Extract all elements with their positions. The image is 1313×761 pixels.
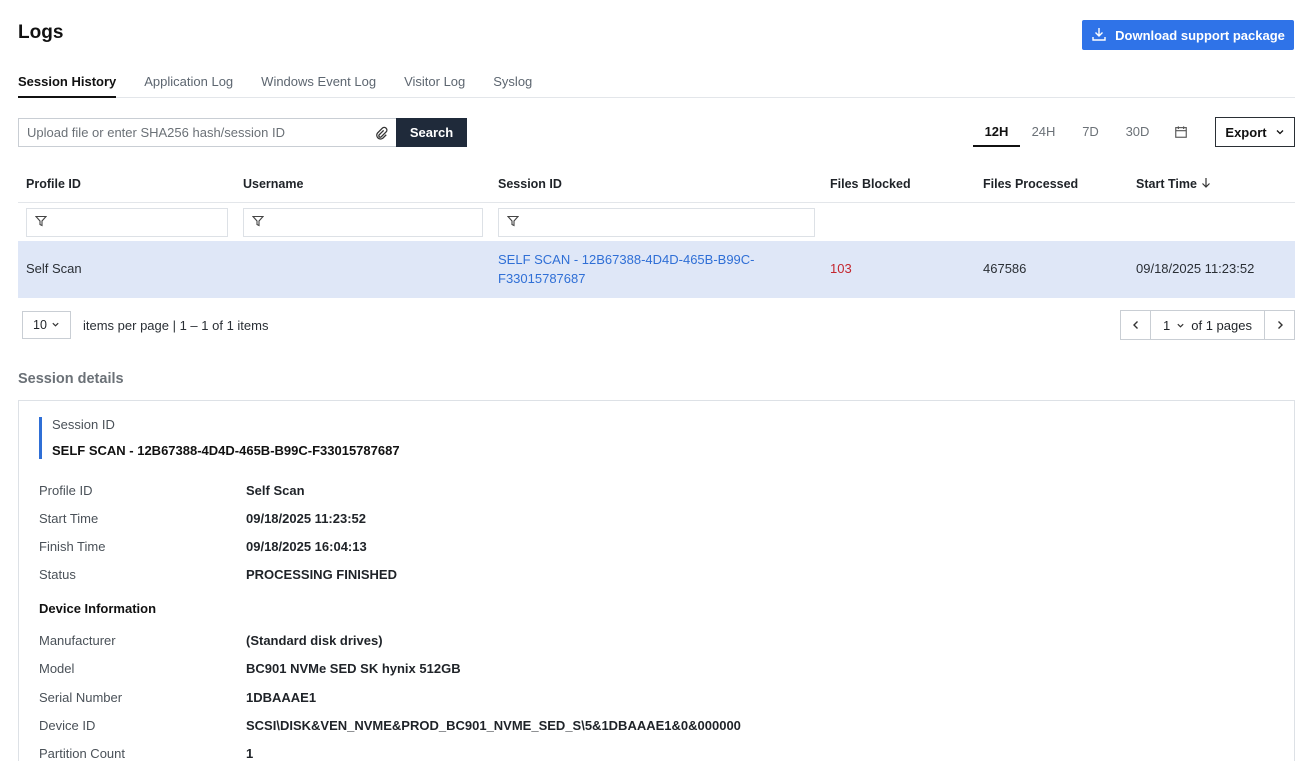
table-row[interactable]: Self Scan SELF SCAN - 12B67388-4D4D-465B… [18, 241, 1295, 298]
device-key: Partition Count [39, 746, 125, 761]
column-username[interactable]: Username [243, 177, 303, 191]
tab-session-history[interactable]: Session History [18, 68, 117, 98]
device-value: (Standard disk drives) [246, 633, 383, 648]
tab-syslog[interactable]: Syslog [493, 68, 532, 98]
search-button[interactable]: Search [396, 118, 467, 147]
sort-descending-icon [1201, 177, 1211, 191]
pages-text: of 1 pages [1191, 317, 1252, 333]
cell-start-time: 09/18/2025 11:23:52 [1136, 261, 1255, 276]
log-tabs: Session History Application Log Windows … [18, 68, 1295, 98]
filter-profile-id[interactable] [26, 208, 228, 237]
tab-application-log[interactable]: Application Log [144, 68, 233, 98]
session-details-panel: Session ID SELF SCAN - 12B67388-4D4D-465… [18, 400, 1295, 761]
detail-value: 09/18/2025 11:23:52 [246, 511, 366, 526]
cell-profile-id: Self Scan [26, 261, 82, 276]
page-size-value: 10 [33, 318, 47, 332]
session-table: Profile ID Username Session ID Files Blo… [18, 166, 1295, 298]
tab-windows-event-log[interactable]: Windows Event Log [261, 68, 376, 98]
pager-right: 1 of 1 pages [1120, 310, 1295, 340]
calendar-icon[interactable] [1161, 117, 1201, 147]
export-button[interactable]: Export [1215, 117, 1295, 147]
filter-icon [34, 215, 48, 230]
column-start-time-label: Start Time [1136, 177, 1197, 191]
attach-file-icon[interactable] [366, 126, 396, 140]
range-7d[interactable]: 7D [1067, 117, 1114, 147]
device-key: Serial Number [39, 690, 123, 705]
filter-row [18, 206, 1295, 238]
chevron-left-icon [1131, 318, 1141, 333]
column-profile-id[interactable]: Profile ID [26, 177, 81, 191]
page-size-select[interactable]: 10 [22, 311, 71, 339]
table-header: Profile ID Username Session ID Files Blo… [18, 166, 1295, 203]
column-files-processed[interactable]: Files Processed [983, 177, 1078, 191]
detail-key: Finish Time [39, 539, 106, 554]
download-support-package-button[interactable]: Download support package [1082, 20, 1294, 50]
range-12h[interactable]: 12H [973, 117, 1020, 147]
time-range-selector: 12H 24H 7D 30D [973, 117, 1201, 147]
detail-value: 09/18/2025 16:04:13 [246, 539, 367, 554]
filter-session-id[interactable] [498, 208, 815, 237]
filter-username[interactable] [243, 208, 483, 237]
filter-icon [251, 215, 265, 230]
tab-visitor-log[interactable]: Visitor Log [404, 68, 465, 98]
column-start-time[interactable]: Start Time [1136, 177, 1211, 191]
page-title: Logs [18, 22, 64, 43]
current-page: 1 [1163, 317, 1171, 333]
column-session-id[interactable]: Session ID [498, 177, 562, 191]
detail-key: Status [39, 567, 76, 582]
session-id-line1: SELF SCAN - 12B67388-4D4D-465B-B99C- [498, 252, 755, 267]
range-30d[interactable]: 30D [1114, 117, 1161, 147]
search-input[interactable] [27, 125, 366, 140]
export-label: Export [1225, 124, 1267, 140]
column-files-blocked[interactable]: Files Blocked [830, 177, 911, 191]
pager-left: 10 items per page | 1 – 1 of 1 items [22, 311, 268, 339]
pager-items-text: items per page | 1 – 1 of 1 items [83, 317, 269, 333]
download-icon [1091, 26, 1107, 45]
chevron-down-icon [1176, 318, 1185, 333]
search-box [18, 118, 396, 147]
device-value: 1 [246, 746, 254, 761]
cell-files-blocked: 103 [830, 261, 852, 276]
filter-icon [506, 215, 520, 230]
session-id-line2: F33015787687 [498, 271, 586, 286]
session-id-value: SELF SCAN - 12B67388-4D4D-465B-B99C-F330… [52, 443, 400, 458]
session-details-title: Session details [18, 371, 124, 387]
download-label: Download support package [1115, 27, 1285, 43]
range-24h[interactable]: 24H [1020, 117, 1067, 147]
detail-key: Start Time [39, 511, 99, 526]
detail-value: Self Scan [246, 483, 305, 498]
device-key: Manufacturer [39, 633, 116, 648]
device-value: BC901 NVMe SED SK hynix 512GB [246, 661, 461, 676]
previous-page-button[interactable] [1121, 311, 1150, 339]
device-key: Device ID [39, 718, 96, 733]
chevron-down-icon [51, 318, 60, 332]
chevron-down-icon [1275, 125, 1285, 140]
device-value: SCSI\DISK&VEN_NVME&PROD_BC901_NVME_SED_S… [246, 718, 741, 733]
detail-key: Profile ID [39, 483, 93, 498]
device-key: Model [39, 661, 75, 676]
next-page-button[interactable] [1265, 311, 1294, 339]
cell-files-processed: 467586 [983, 261, 1027, 276]
device-value: 1DBAAAE1 [246, 690, 317, 705]
page-select[interactable]: 1 of 1 pages [1150, 311, 1265, 339]
device-information-heading: Device Information [39, 601, 157, 616]
detail-value: PROCESSING FINISHED [246, 567, 397, 582]
chevron-right-icon [1275, 318, 1285, 333]
session-id-block: Session ID SELF SCAN - 12B67388-4D4D-465… [39, 417, 400, 459]
cell-session-id-link[interactable]: SELF SCAN - 12B67388-4D4D-465B-B99C- F33… [498, 250, 755, 288]
session-id-label: Session ID [52, 417, 115, 432]
